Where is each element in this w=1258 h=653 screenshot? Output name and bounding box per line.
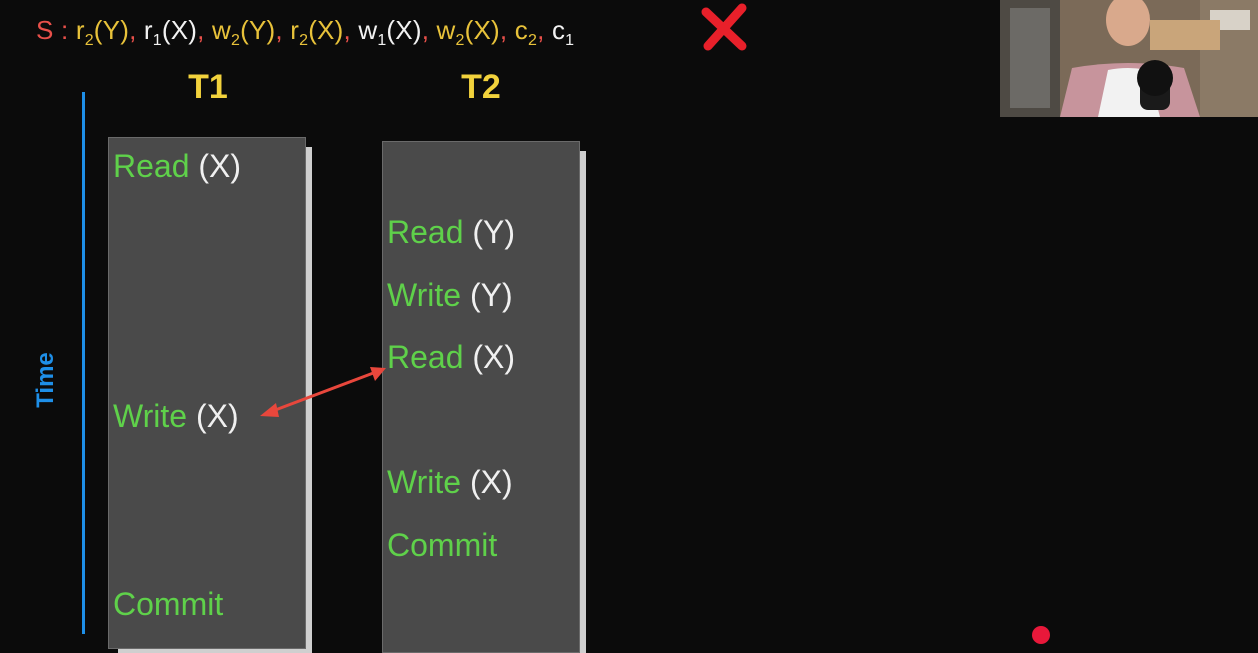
presenter-webcam-feed (1000, 0, 1258, 117)
pointer-dot (1032, 626, 1050, 644)
